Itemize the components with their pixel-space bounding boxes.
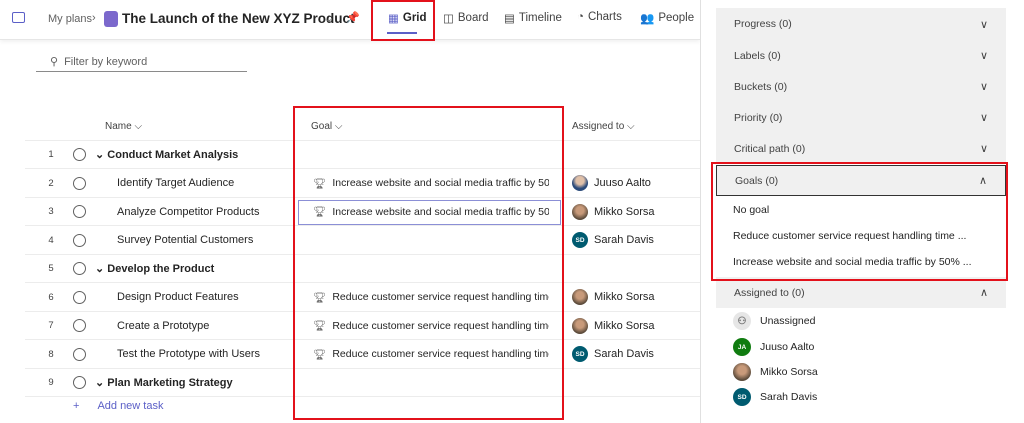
row-number: 5 bbox=[48, 263, 54, 274]
row-number: 1 bbox=[48, 149, 54, 160]
avatar bbox=[572, 317, 588, 334]
column-name[interactable]: Name ⌵ bbox=[105, 121, 142, 132]
user-mikko-sorsa[interactable]: Mikko Sorsa bbox=[733, 363, 818, 381]
chevron-down-icon: ∨ bbox=[979, 81, 988, 93]
breadcrumb-my-plans[interactable]: My plans bbox=[48, 13, 92, 25]
highlight-grid-tab bbox=[371, 0, 435, 41]
complete-checkbox[interactable] bbox=[73, 319, 86, 332]
avatar bbox=[733, 363, 751, 381]
avatar bbox=[572, 175, 588, 191]
task-name[interactable]: Analyze Competitor Products bbox=[117, 206, 259, 218]
board-icon: ◫ bbox=[443, 13, 454, 25]
charts-icon: ◔ bbox=[577, 11, 584, 23]
row-number: 7 bbox=[48, 320, 54, 331]
filter-assigned-to[interactable]: Assigned to (0) ∧ bbox=[716, 277, 1006, 308]
row-number: 8 bbox=[48, 348, 54, 360]
row-number: 3 bbox=[48, 206, 54, 217]
task-name[interactable]: Survey Potential Customers bbox=[117, 234, 253, 246]
chevron-down-icon: ∨ bbox=[979, 50, 988, 62]
tab-charts[interactable]: ◔ Charts bbox=[577, 11, 622, 23]
chevron-down-icon: ∨ bbox=[979, 143, 988, 155]
assignee-cell[interactable]: Mikko Sorsa bbox=[572, 289, 655, 305]
complete-checkbox[interactable] bbox=[73, 205, 86, 218]
complete-checkbox[interactable] bbox=[73, 290, 86, 304]
filter-buckets[interactable]: Buckets (0) ∨ bbox=[716, 71, 1006, 102]
filter-critical-path[interactable]: Critical path (0) ∨ bbox=[716, 133, 1006, 164]
task-name[interactable]: Identify Target Audience bbox=[117, 177, 234, 189]
assignee-cell[interactable]: SD Sarah Davis bbox=[572, 232, 654, 248]
row-number: 6 bbox=[48, 291, 54, 303]
pin-icon[interactable]: 📌 bbox=[346, 11, 360, 24]
complete-checkbox[interactable] bbox=[73, 148, 86, 161]
column-assigned[interactable]: Assigned to ⌵ bbox=[572, 121, 635, 132]
timeline-icon: ▤ bbox=[504, 13, 515, 25]
search-icon: ⚲ bbox=[50, 56, 59, 68]
group-name[interactable]: ⌄ Conduct Market Analysis bbox=[95, 148, 238, 161]
task-name[interactable]: Test the Prototype with Users bbox=[117, 348, 260, 360]
complete-checkbox[interactable] bbox=[73, 233, 86, 247]
assignee-cell[interactable]: Juuso Aalto bbox=[572, 175, 651, 191]
person-icon: ⚇ bbox=[733, 312, 751, 330]
filter-labels[interactable]: Labels (0) ∨ bbox=[716, 40, 1006, 71]
plan-icon bbox=[104, 11, 118, 27]
complete-checkbox[interactable] bbox=[73, 262, 86, 275]
assignee-cell[interactable]: Mikko Sorsa bbox=[572, 317, 655, 334]
filter-priority[interactable]: Priority (0) ∨ bbox=[716, 102, 1006, 133]
breadcrumb-separator-icon: › bbox=[92, 12, 96, 24]
assignee-cell[interactable]: SD Sarah Davis bbox=[572, 346, 654, 362]
sidebar-toggle-icon[interactable] bbox=[12, 12, 25, 23]
assignee-cell[interactable]: Mikko Sorsa bbox=[572, 203, 655, 220]
people-icon: 👥 bbox=[640, 13, 655, 25]
avatar: SD bbox=[572, 346, 588, 362]
chevron-down-icon[interactable]: ⌄ bbox=[95, 149, 104, 161]
complete-checkbox[interactable] bbox=[73, 347, 86, 361]
row-number: 9 bbox=[48, 377, 54, 388]
group-name[interactable]: ⌄ Plan Marketing Strategy bbox=[95, 376, 233, 389]
highlight-goal-column bbox=[293, 106, 564, 420]
complete-checkbox[interactable] bbox=[73, 376, 86, 389]
plus-icon: + bbox=[73, 400, 80, 412]
avatar: SD bbox=[572, 232, 588, 248]
tab-board[interactable]: ◫ Board bbox=[443, 11, 489, 25]
chevron-down-icon: ∨ bbox=[979, 112, 988, 124]
avatar bbox=[572, 203, 588, 220]
chevron-down-icon: ∨ bbox=[979, 18, 988, 31]
tab-people[interactable]: 👥 People bbox=[640, 11, 694, 25]
task-name[interactable]: Create a Prototype bbox=[117, 320, 209, 332]
avatar: SD bbox=[733, 388, 751, 406]
group-name[interactable]: ⌄ Develop the Product bbox=[95, 262, 214, 275]
row-number: 4 bbox=[48, 234, 54, 246]
chevron-down-icon[interactable]: ⌄ bbox=[324, 12, 333, 25]
add-new-task-button[interactable]: + Add new task bbox=[73, 400, 163, 412]
chevron-down-icon[interactable]: ⌄ bbox=[95, 377, 104, 389]
avatar: JA bbox=[733, 338, 751, 356]
user-unassigned[interactable]: ⚇ Unassigned bbox=[733, 312, 815, 330]
chevron-up-icon: ∧ bbox=[979, 287, 988, 299]
complete-checkbox[interactable] bbox=[73, 176, 86, 190]
user-sarah-davis[interactable]: SD Sarah Davis bbox=[733, 388, 817, 406]
tab-timeline[interactable]: ▤ Timeline bbox=[504, 11, 562, 25]
row-number: 2 bbox=[48, 177, 54, 189]
chevron-down-icon[interactable]: ⌄ bbox=[95, 263, 104, 275]
highlight-goals-filter bbox=[711, 162, 1008, 281]
plan-title[interactable]: The Launch of the New XYZ Product bbox=[122, 11, 355, 26]
filter-progress[interactable]: Progress (0) ∨ bbox=[716, 8, 1006, 40]
filter-input[interactable]: ⚲ Filter by keyword bbox=[36, 52, 247, 72]
user-juuso-aalto[interactable]: JA Juuso Aalto bbox=[733, 338, 814, 356]
top-bar: My plans › The Launch of the New XYZ Pro… bbox=[0, 0, 700, 40]
task-name[interactable]: Design Product Features bbox=[117, 291, 239, 303]
avatar bbox=[572, 289, 588, 305]
